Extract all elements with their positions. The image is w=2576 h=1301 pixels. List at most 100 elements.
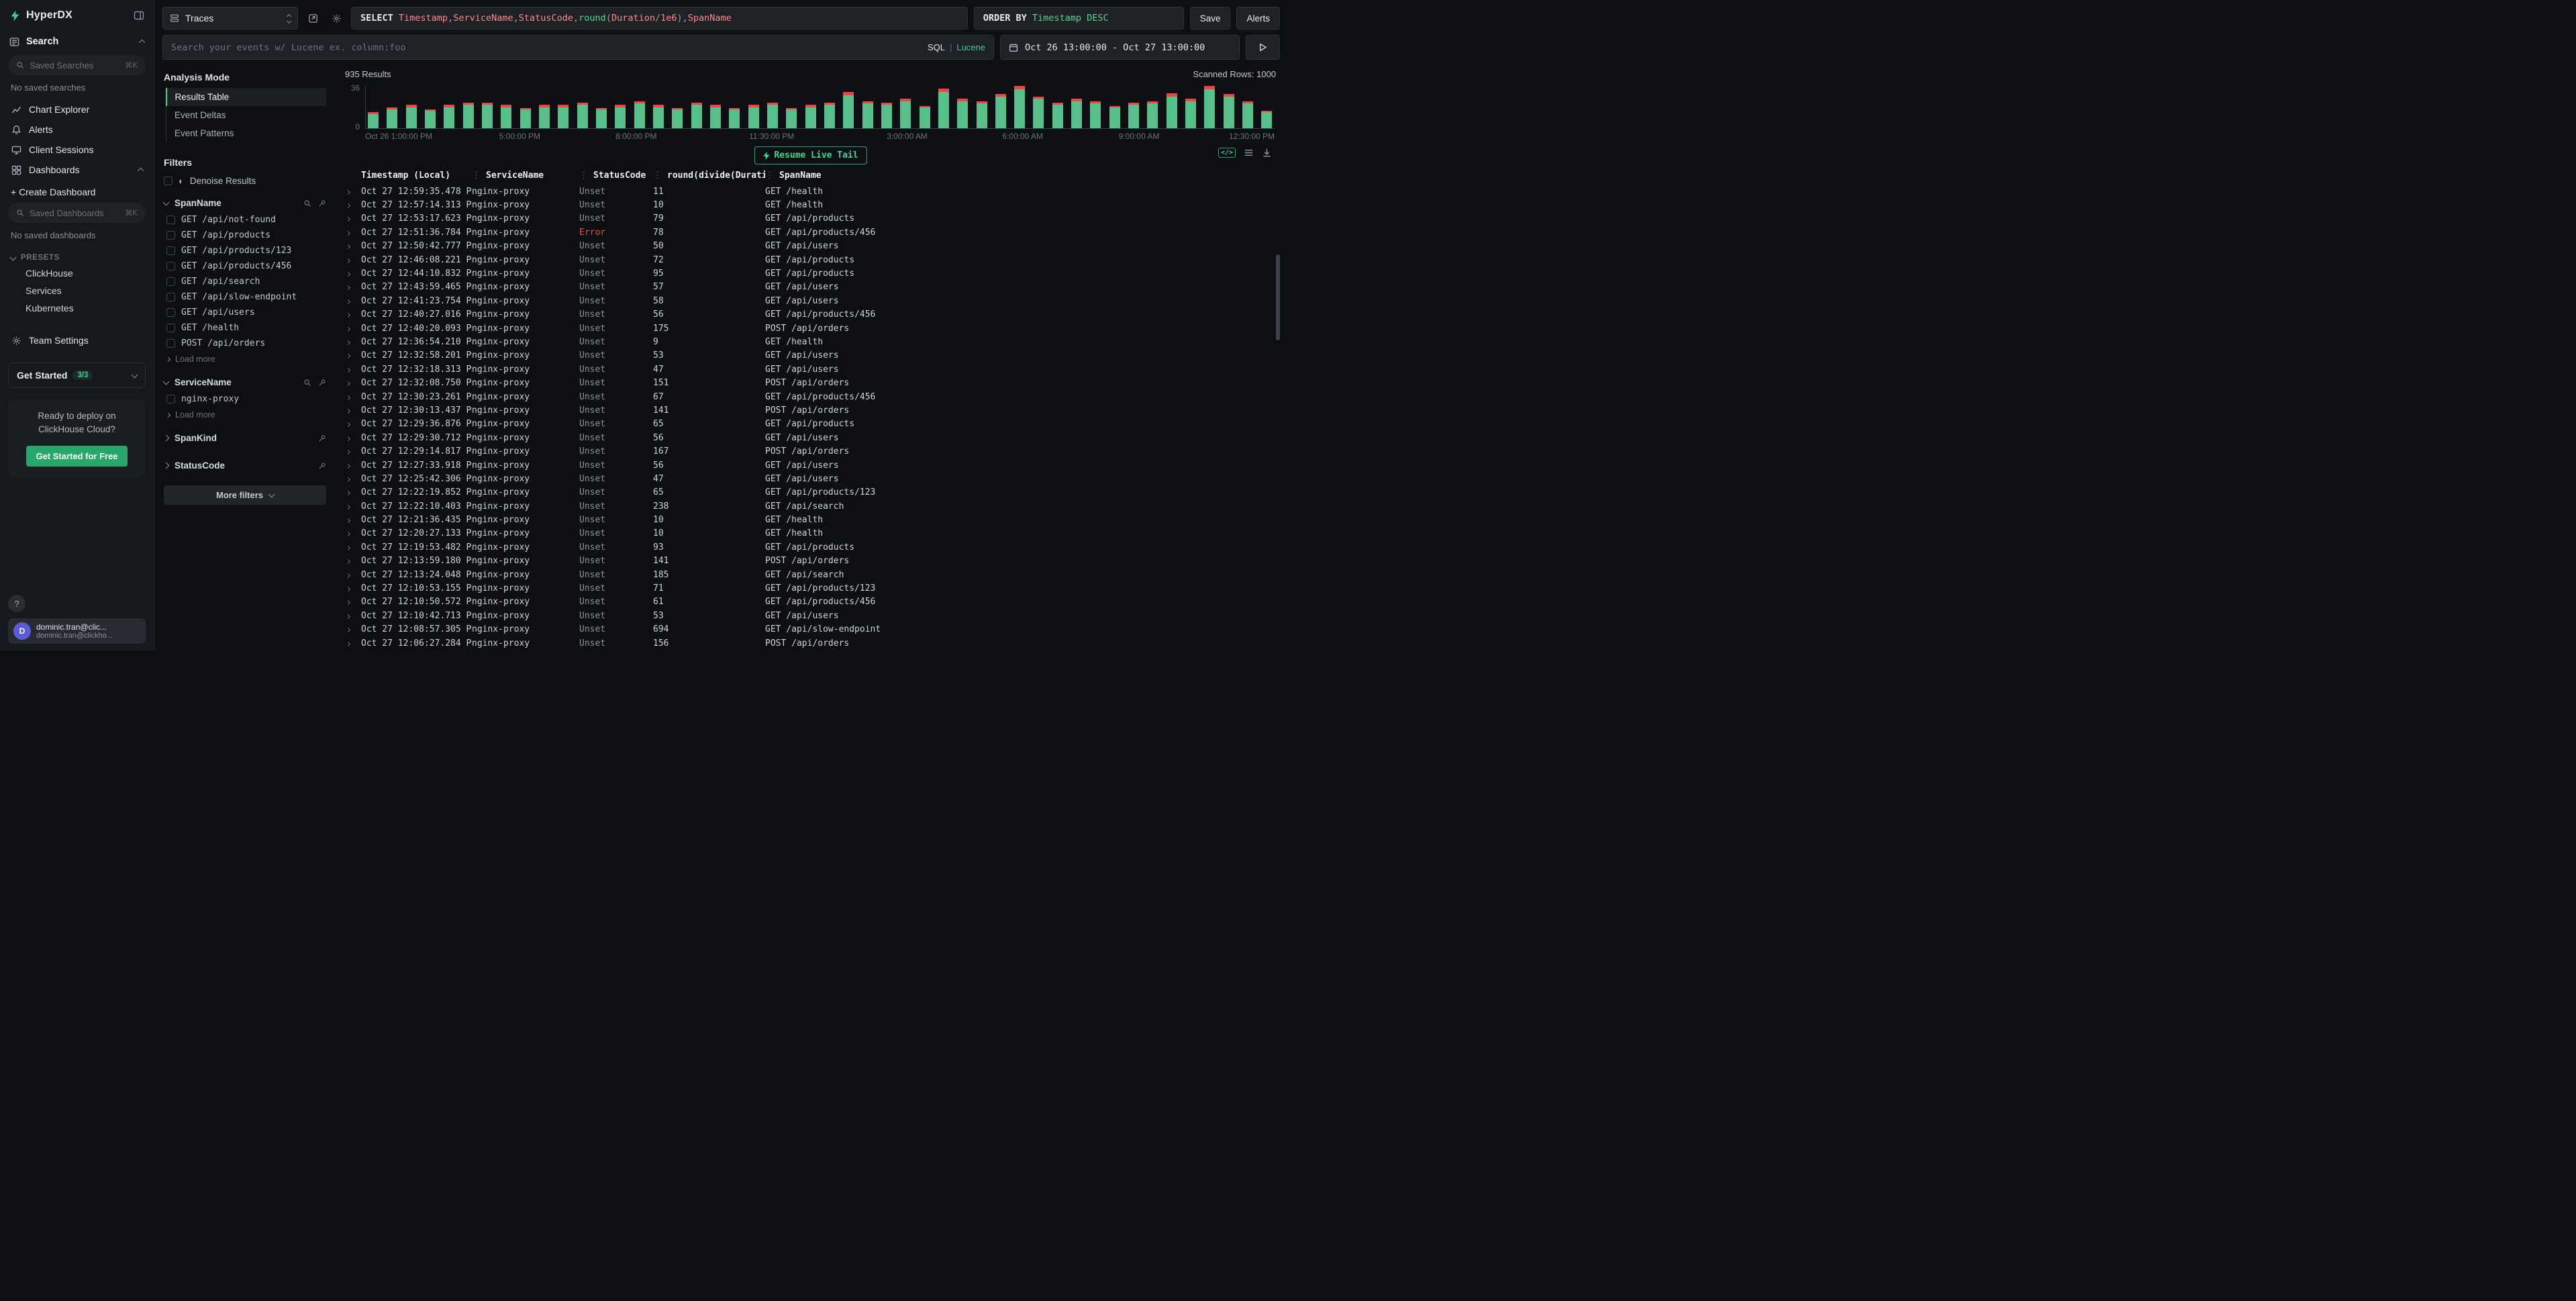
table-row[interactable]: Oct 27 12:21:36.435 PMnginx-proxyUnset10… (342, 513, 1279, 526)
checkbox[interactable] (166, 308, 175, 317)
filter-group-header[interactable]: SpanKind (164, 430, 326, 447)
column-resize-handle[interactable]: ⋮ (765, 171, 774, 181)
chart-bar[interactable] (843, 86, 854, 128)
source-select[interactable]: Traces (162, 7, 298, 30)
checkbox[interactable] (166, 293, 175, 301)
chart-bar[interactable] (1052, 86, 1063, 128)
resume-live-tail-button[interactable]: Resume Live Tail (754, 146, 866, 164)
table-row[interactable]: Oct 27 12:29:14.817 PMnginx-proxyUnset16… (342, 444, 1279, 458)
chart-bar[interactable] (824, 86, 835, 128)
chart-bar[interactable] (596, 86, 607, 128)
sql-toggle-label[interactable]: SQL (928, 42, 945, 52)
chart-bar[interactable] (1147, 86, 1158, 128)
checkbox[interactable] (166, 277, 175, 286)
row-expand-chevron[interactable] (342, 638, 361, 648)
row-expand-chevron[interactable] (342, 296, 361, 306)
table-row[interactable]: Oct 27 12:30:13.437 PMnginx-proxyUnset14… (342, 403, 1279, 417)
event-search-input[interactable]: Search your events w/ Lucene ex. column:… (162, 35, 994, 60)
row-expand-chevron[interactable] (342, 309, 361, 320)
table-row[interactable]: Oct 27 12:22:10.403 PMnginx-proxyUnset23… (342, 499, 1279, 513)
search-section-header[interactable]: Search (8, 32, 146, 51)
chart-bar[interactable] (463, 86, 474, 128)
column-header-spanname[interactable]: ⋮SpanName (765, 171, 1279, 181)
chart-bar[interactable] (786, 86, 797, 128)
row-expand-chevron[interactable] (342, 392, 361, 402)
chart-bar[interactable] (634, 86, 645, 128)
chart-bar[interactable] (406, 86, 417, 128)
row-expand-chevron[interactable] (342, 528, 361, 538)
chart-bar[interactable] (1242, 86, 1253, 128)
analysis-mode-results-table[interactable]: Results Table (166, 88, 327, 106)
filter-option-post-api-orders[interactable]: POST /api/orders (164, 336, 326, 351)
chart-bar[interactable] (577, 86, 588, 128)
chart-bar[interactable] (1224, 86, 1234, 128)
scrollbar-thumb[interactable] (1276, 254, 1280, 340)
lucene-toggle-label[interactable]: Lucene (956, 42, 985, 52)
checkbox[interactable] (164, 177, 172, 185)
chart-bar[interactable] (672, 86, 683, 128)
sql-select-editor[interactable]: SELECT Timestamp,ServiceName,StatusCode,… (351, 7, 968, 30)
column-header-servicename[interactable]: ⋮ServiceName (472, 171, 579, 181)
row-expand-chevron[interactable] (342, 556, 361, 566)
table-row[interactable]: Oct 27 12:51:36.784 PMnginx-proxyError78… (342, 226, 1279, 239)
sidebar-item-client-sessions[interactable]: Client Sessions (8, 140, 146, 160)
chart-bar[interactable] (368, 86, 379, 128)
order-by-editor[interactable]: ORDER BY Timestamp DESC (974, 7, 1184, 30)
run-query-button[interactable] (1246, 35, 1280, 60)
chart-bar[interactable] (653, 86, 664, 128)
filter-option-nginx-proxy[interactable]: nginx-proxy (164, 391, 326, 407)
column-resize-handle[interactable]: ⋮ (653, 171, 662, 181)
table-row[interactable]: Oct 27 12:29:36.876 PMnginx-proxyUnset65… (342, 418, 1279, 431)
filter-option-get-api-search[interactable]: GET /api/search (164, 274, 326, 289)
chart-bar[interactable] (957, 86, 968, 128)
row-expand-chevron[interactable] (342, 228, 361, 238)
chart-bar[interactable] (615, 86, 626, 128)
row-expand-chevron[interactable] (342, 419, 361, 429)
sidebar-item-team-settings[interactable]: Team Settings (8, 330, 146, 350)
chart-bar[interactable] (900, 86, 911, 128)
date-range-picker[interactable]: Oct 26 13:00:00 - Oct 27 13:00:00 (1000, 35, 1240, 60)
filter-group-header[interactable]: StatusCode (164, 458, 326, 475)
denoise-results-checkbox[interactable]: ◐ Denoise Results (164, 173, 326, 195)
alerts-button[interactable]: Alerts (1236, 7, 1280, 30)
checkbox[interactable] (166, 231, 175, 240)
filter-option-get-api-slow-endpoint[interactable]: GET /api/slow-endpoint (164, 289, 326, 305)
chart-bar[interactable] (520, 86, 531, 128)
row-expand-chevron[interactable] (342, 350, 361, 360)
table-row[interactable]: Oct 27 12:06:27.284 PMnginx-proxyUnset15… (342, 636, 1279, 650)
filter-group-header[interactable]: ServiceName (164, 375, 326, 391)
chart-bar[interactable] (805, 86, 816, 128)
preset-link-clickhouse[interactable]: ClickHouse (8, 264, 146, 282)
chart-bar[interactable] (425, 86, 436, 128)
chart-bar[interactable] (558, 86, 568, 128)
column-header-statuscode[interactable]: ⋮StatusCode (579, 171, 653, 181)
table-row[interactable]: Oct 27 12:36:54.210 PMnginx-proxyUnset9G… (342, 335, 1279, 348)
open-panel-icon[interactable] (304, 7, 321, 30)
row-expand-chevron[interactable] (342, 187, 361, 197)
chart-bar[interactable] (1185, 86, 1196, 128)
analysis-mode-event-deltas[interactable]: Event Deltas (166, 106, 326, 124)
chart-bar[interactable] (387, 86, 397, 128)
download-icon[interactable] (1262, 148, 1272, 158)
table-row[interactable]: Oct 27 12:32:18.313 PMnginx-proxyUnset47… (342, 363, 1279, 376)
row-expand-chevron[interactable] (342, 583, 361, 593)
histogram-plot[interactable] (365, 86, 1275, 129)
chart-bar[interactable] (1204, 86, 1215, 128)
chart-bar[interactable] (539, 86, 550, 128)
sidebar-item-dashboards[interactable]: Dashboards (8, 160, 146, 180)
table-row[interactable]: Oct 27 12:46:08.221 PMnginx-proxyUnset72… (342, 253, 1279, 267)
filter-option-get-api-users[interactable]: GET /api/users (164, 305, 326, 320)
table-row[interactable]: Oct 27 12:32:08.750 PMnginx-proxyUnset15… (342, 376, 1279, 389)
pin-icon[interactable] (318, 199, 326, 207)
preset-link-kubernetes[interactable]: Kubernetes (8, 299, 146, 317)
row-expand-chevron[interactable] (342, 542, 361, 552)
chart-bar[interactable] (444, 86, 454, 128)
user-menu[interactable]: D dominic.tran@clic... dominic.tran@clic… (8, 618, 146, 644)
row-expand-chevron[interactable] (342, 611, 361, 621)
table-row[interactable]: Oct 27 12:29:30.712 PMnginx-proxyUnset56… (342, 431, 1279, 444)
row-expand-chevron[interactable] (342, 501, 361, 512)
row-expand-chevron[interactable] (342, 324, 361, 334)
chart-bar[interactable] (1014, 86, 1025, 128)
chart-bar[interactable] (920, 86, 930, 128)
chart-bar[interactable] (977, 86, 987, 128)
